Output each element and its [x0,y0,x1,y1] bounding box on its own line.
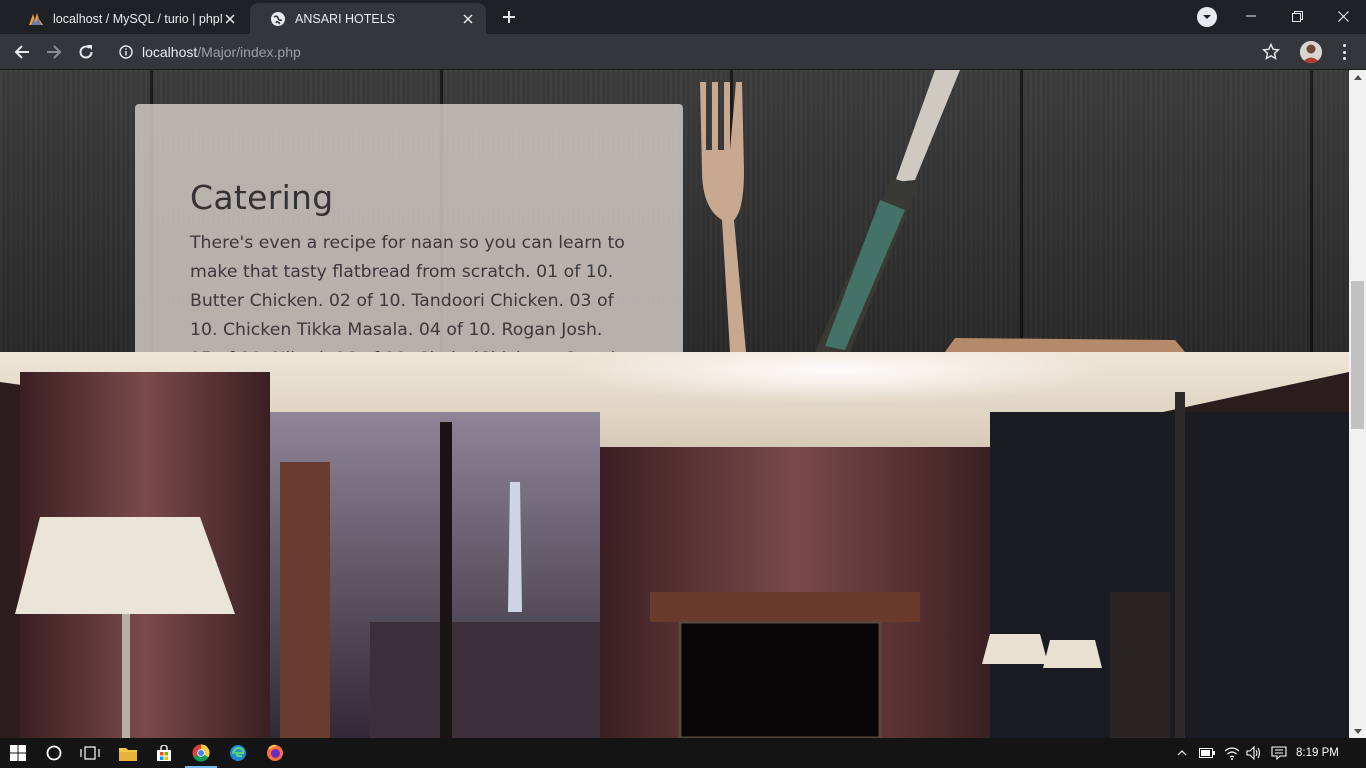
forward-button[interactable] [40,38,68,66]
catering-card: Catering There's even a recipe for naan … [135,104,683,364]
restore-icon [1291,10,1303,22]
chrome-button[interactable] [183,738,219,768]
chrome-icon [192,744,210,762]
tab-title: ANSARI HOTELS [295,11,396,26]
close-icon [1337,10,1349,22]
tab-phpmyadmin[interactable]: localhost / MySQL / turio | phpMyAdmin [8,3,248,34]
chevron-up-icon [1177,750,1187,756]
chrome-menu-button[interactable] [1336,42,1352,62]
store-button[interactable] [146,738,182,768]
file-explorer-button[interactable] [110,738,146,768]
cortana-button[interactable] [36,738,72,768]
hotel-room-image [0,352,1349,738]
url-host: localhost [142,44,198,60]
info-icon[interactable] [118,44,134,60]
edge-button[interactable] [220,738,256,768]
windows-logo-icon [10,745,26,761]
arrow-right-icon [47,45,62,59]
network-status[interactable] [1223,738,1241,768]
windows-taskbar: 8:19 PM [0,738,1366,768]
wifi-icon [1224,747,1240,760]
page-viewport: Catering There's even a recipe for naan … [0,70,1349,738]
task-view-icon [80,746,100,760]
profile-avatar[interactable] [1300,41,1322,63]
minimize-icon [1246,15,1256,17]
minimize-button[interactable] [1228,0,1274,32]
speaker-icon [1246,746,1261,760]
chevron-down-icon [1203,15,1211,19]
scroll-up-arrow[interactable] [1349,70,1366,84]
edge-icon [230,745,246,761]
firefox-button[interactable] [257,738,293,768]
taskbar-clock[interactable]: 8:19 PM [1296,738,1339,768]
url-path: /Major/index.php [197,44,301,60]
tab-title: localhost / MySQL / turio | phpMyAdmin [53,11,222,26]
battery-status[interactable] [1198,738,1216,768]
page-scrollbar[interactable] [1349,70,1366,738]
globe-icon [270,11,286,27]
wood-table-background: Catering There's even a recipe for naan … [0,70,1349,364]
scrollbar-thumb[interactable] [1351,281,1364,429]
folder-icon [119,747,137,761]
arrow-left-icon [14,45,29,59]
battery-icon [1199,748,1215,758]
task-view-button[interactable] [72,738,108,768]
phpmyadmin-icon [28,11,44,27]
tab-strip: localhost / MySQL / turio | phpMyAdmin A… [0,0,1366,34]
back-button[interactable] [8,38,36,66]
tab-search-button[interactable] [1197,7,1217,27]
scroll-down-arrow[interactable] [1349,724,1366,738]
address-bar[interactable]: localhost/Major/index.php [110,38,1290,66]
reload-icon [79,45,93,59]
tab-ansari-hotels[interactable]: ANSARI HOTELS [250,3,486,34]
browser-toolbar: localhost/Major/index.php [0,34,1366,70]
firefox-icon [267,744,283,761]
close-window-button[interactable] [1320,0,1366,32]
reload-button[interactable] [72,38,100,66]
close-tab-icon[interactable] [222,11,238,27]
bookmark-star-icon[interactable] [1262,43,1280,61]
catering-description: There's even a recipe for naan so you ca… [190,233,625,364]
close-tab-icon[interactable] [460,11,476,27]
store-icon [157,745,171,761]
action-center-icon [1271,746,1287,760]
volume-control[interactable] [1245,738,1263,768]
restore-button[interactable] [1274,0,1320,32]
show-hidden-icons-button[interactable] [1174,738,1190,768]
new-tab-button[interactable] [498,6,520,28]
catering-heading: Catering [190,178,334,217]
notifications-button[interactable] [1269,738,1289,768]
cortana-icon [46,745,62,761]
start-button[interactable] [0,738,36,768]
